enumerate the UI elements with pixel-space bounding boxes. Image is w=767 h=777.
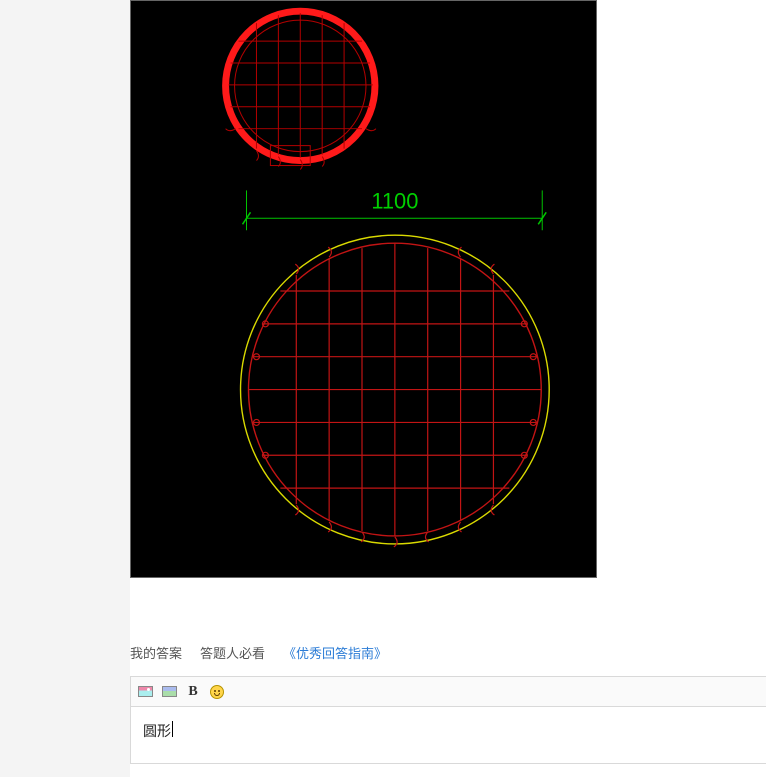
required-read-label: 答题人必看 bbox=[200, 643, 265, 662]
my-answer-label: 我的答案 bbox=[130, 643, 182, 662]
cad-bg bbox=[131, 1, 596, 577]
guide-link[interactable]: 《优秀回答指南》 bbox=[283, 643, 387, 662]
dimension-value: 1100 bbox=[371, 188, 418, 213]
content-panel: 1100 bbox=[130, 0, 767, 777]
insert-photo-icon[interactable] bbox=[161, 684, 177, 700]
emoji-button[interactable] bbox=[209, 684, 225, 700]
editor-content-text: 圆形 bbox=[143, 721, 171, 741]
insert-image-icon[interactable] bbox=[137, 684, 153, 700]
cad-diagram: 1100 bbox=[130, 0, 597, 578]
page-root: 1100 bbox=[0, 0, 767, 777]
diagram-container: 1100 bbox=[130, 0, 767, 578]
answer-editor: B 圆形 bbox=[130, 676, 766, 764]
answer-header: 我的答案 答题人必看 《优秀回答指南》 bbox=[130, 643, 767, 662]
answer-section: 我的答案 答题人必看 《优秀回答指南》 B 圆形 bbox=[130, 643, 767, 764]
bold-button[interactable]: B bbox=[185, 684, 201, 700]
editor-textarea[interactable]: 圆形 bbox=[131, 707, 766, 763]
text-caret bbox=[172, 721, 173, 737]
editor-toolbar: B bbox=[131, 677, 766, 707]
